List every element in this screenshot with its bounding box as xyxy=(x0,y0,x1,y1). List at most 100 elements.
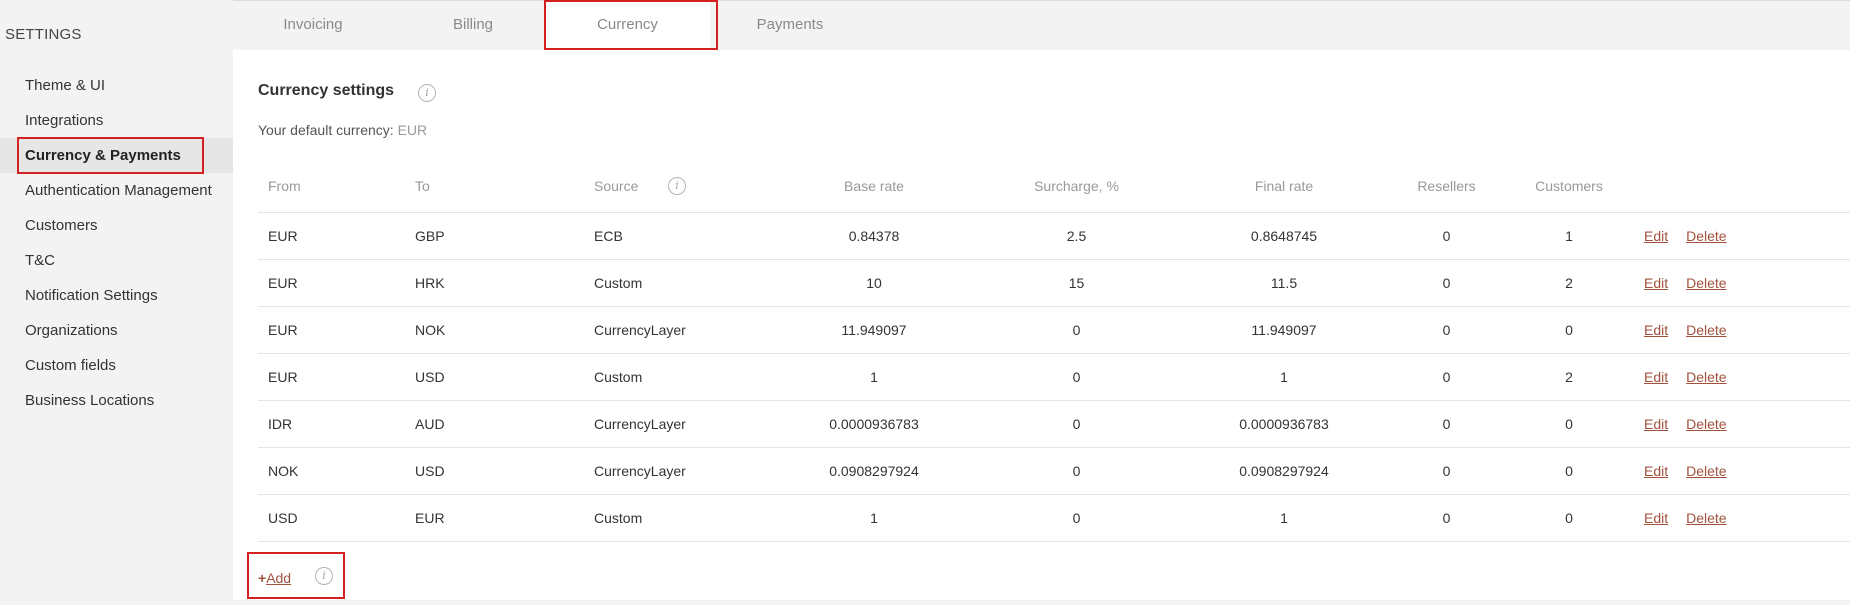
cell-surcharge: 0 xyxy=(974,400,1179,448)
plus-icon[interactable]: + xyxy=(258,570,266,586)
currency-rates-table: From To Source i Base rate Surcharge, % … xyxy=(258,160,1850,542)
edit-link[interactable]: Edit xyxy=(1644,510,1668,526)
sidebar-heading: SETTINGS xyxy=(5,26,82,43)
tab-currency[interactable]: Currency xyxy=(545,1,710,50)
info-icon[interactable]: i xyxy=(668,177,686,195)
cell-resellers: 0 xyxy=(1389,447,1504,495)
sidebar-item-organizations[interactable]: Organizations xyxy=(0,313,233,348)
sidebar-item-business-locations[interactable]: Business Locations xyxy=(0,383,233,418)
cell-customers: 0 xyxy=(1504,306,1634,354)
edit-link[interactable]: Edit xyxy=(1644,369,1668,385)
table-row: EUR HRK Custom 10 15 11.5 0 2 Edit Delete xyxy=(258,259,1850,307)
column-header-source: Source i xyxy=(584,160,774,213)
cell-customers: 2 xyxy=(1504,259,1634,307)
cell-customers: 2 xyxy=(1504,353,1634,401)
add-currency-link[interactable]: Add xyxy=(266,570,291,586)
cell-resellers: 0 xyxy=(1389,212,1504,260)
column-header-base-rate: Base rate xyxy=(774,160,974,213)
edit-link[interactable]: Edit xyxy=(1644,228,1668,244)
cell-actions: Edit Delete xyxy=(1634,353,1850,401)
cell-from: NOK xyxy=(258,447,405,495)
cell-final-rate: 0.0908297924 xyxy=(1179,447,1389,495)
cell-from: EUR xyxy=(258,212,405,260)
table-row: EUR GBP ECB 0.84378 2.5 0.8648745 0 1 Ed… xyxy=(258,212,1850,260)
cell-source: CurrencyLayer xyxy=(584,447,774,495)
sidebar-item-custom-fields[interactable]: Custom fields xyxy=(0,348,233,383)
column-header-customers: Customers xyxy=(1504,160,1634,213)
cell-surcharge: 15 xyxy=(974,259,1179,307)
edit-link[interactable]: Edit xyxy=(1644,463,1668,479)
cell-base-rate: 0.0908297924 xyxy=(774,447,974,495)
cell-to: USD xyxy=(405,447,584,495)
tab-payments[interactable]: Payments xyxy=(710,1,870,50)
table-header-row: From To Source i Base rate Surcharge, % … xyxy=(258,160,1850,213)
cell-final-rate: 11.5 xyxy=(1179,259,1389,307)
table-row: EUR USD Custom 1 0 1 0 2 Edit Delete xyxy=(258,353,1850,401)
column-header-resellers: Resellers xyxy=(1389,160,1504,213)
cell-base-rate: 11.949097 xyxy=(774,306,974,354)
column-header-surcharge: Surcharge, % xyxy=(974,160,1179,213)
tab-billing[interactable]: Billing xyxy=(393,1,553,50)
cell-from: EUR xyxy=(258,259,405,307)
cell-from: EUR xyxy=(258,353,405,401)
sidebar-item-currency-payments[interactable]: Currency & Payments xyxy=(0,138,233,173)
cell-final-rate: 1 xyxy=(1179,353,1389,401)
page-title: Currency settings xyxy=(258,82,395,99)
cell-source: Custom xyxy=(584,494,774,542)
cell-final-rate: 0.0000936783 xyxy=(1179,400,1389,448)
cell-to: GBP xyxy=(405,212,584,260)
delete-link[interactable]: Delete xyxy=(1686,228,1726,244)
info-icon[interactable]: i xyxy=(418,84,436,102)
info-icon[interactable]: i xyxy=(315,567,333,585)
column-header-from: From xyxy=(258,160,405,213)
column-header-source-label: Source xyxy=(594,177,639,194)
cell-resellers: 0 xyxy=(1389,306,1504,354)
default-currency-value: EUR xyxy=(397,122,428,138)
cell-source: CurrencyLayer xyxy=(584,400,774,448)
delete-link[interactable]: Delete xyxy=(1686,322,1726,338)
cell-base-rate: 1 xyxy=(774,353,974,401)
cell-source: Custom xyxy=(584,259,774,307)
delete-link[interactable]: Delete xyxy=(1686,275,1726,291)
cell-final-rate: 11.949097 xyxy=(1179,306,1389,354)
edit-link[interactable]: Edit xyxy=(1644,275,1668,291)
sidebar-item-integrations[interactable]: Integrations xyxy=(0,103,233,138)
cell-source: Custom xyxy=(584,353,774,401)
delete-link[interactable]: Delete xyxy=(1686,369,1726,385)
cell-to: AUD xyxy=(405,400,584,448)
cell-source: CurrencyLayer xyxy=(584,306,774,354)
cell-to: EUR xyxy=(405,494,584,542)
cell-resellers: 0 xyxy=(1389,353,1504,401)
cell-actions: Edit Delete xyxy=(1634,306,1850,354)
sidebar-item-tc[interactable]: T&C xyxy=(0,243,233,278)
cell-from: EUR xyxy=(258,306,405,354)
cell-final-rate: 0.8648745 xyxy=(1179,212,1389,260)
default-currency-label: Your default currency: xyxy=(258,122,394,138)
cell-from: USD xyxy=(258,494,405,542)
cell-actions: Edit Delete xyxy=(1634,447,1850,495)
edit-link[interactable]: Edit xyxy=(1644,416,1668,432)
table-row: NOK USD CurrencyLayer 0.0908297924 0 0.0… xyxy=(258,447,1850,495)
tab-invoicing[interactable]: Invoicing xyxy=(233,1,393,50)
cell-customers: 0 xyxy=(1504,494,1634,542)
edit-link[interactable]: Edit xyxy=(1644,322,1668,338)
cell-from: IDR xyxy=(258,400,405,448)
currency-settings-panel: Currency settings i Your default currenc… xyxy=(233,50,1850,600)
cell-surcharge: 0 xyxy=(974,306,1179,354)
cell-surcharge: 0 xyxy=(974,494,1179,542)
sidebar-item-authentication-management[interactable]: Authentication Management xyxy=(0,173,233,208)
sidebar-item-notification-settings[interactable]: Notification Settings xyxy=(0,278,233,313)
cell-actions: Edit Delete xyxy=(1634,494,1850,542)
cell-actions: Edit Delete xyxy=(1634,212,1850,260)
cell-base-rate: 0.84378 xyxy=(774,212,974,260)
cell-surcharge: 0 xyxy=(974,353,1179,401)
cell-resellers: 0 xyxy=(1389,400,1504,448)
cell-source: ECB xyxy=(584,212,774,260)
bottom-strip xyxy=(233,600,1850,605)
delete-link[interactable]: Delete xyxy=(1686,463,1726,479)
sidebar-item-theme-ui[interactable]: Theme & UI xyxy=(0,68,233,103)
delete-link[interactable]: Delete xyxy=(1686,510,1726,526)
delete-link[interactable]: Delete xyxy=(1686,416,1726,432)
add-currency-row: +Add xyxy=(258,570,291,586)
sidebar-item-customers[interactable]: Customers xyxy=(0,208,233,243)
